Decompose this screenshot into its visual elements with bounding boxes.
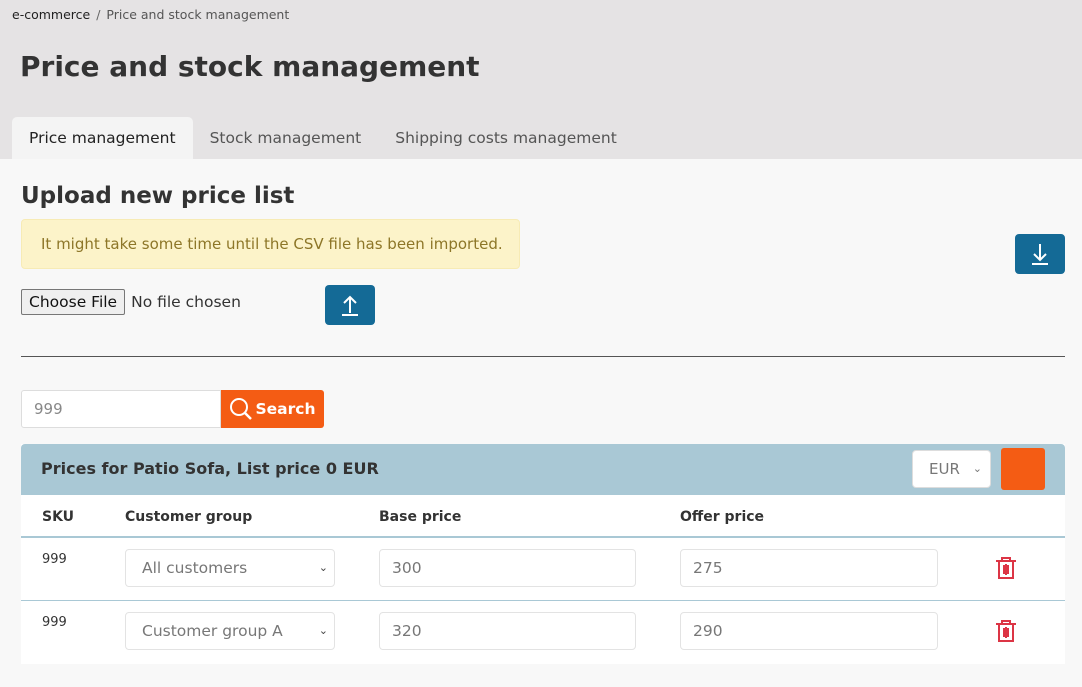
base-price-input[interactable]: 320 bbox=[379, 612, 636, 650]
offer-price-input[interactable]: 275 bbox=[680, 549, 938, 587]
col-base-price: Base price bbox=[379, 509, 462, 525]
currency-value: EUR bbox=[929, 460, 960, 478]
price-panel: Prices for Patio Sofa, List price 0 EUR … bbox=[21, 444, 1065, 664]
header: e-commerce / Price and stock management Pr… bbox=[0, 0, 1082, 159]
tab-price-management[interactable]: Price management bbox=[12, 117, 193, 159]
table-header: SKU Customer group Base price Offer pric… bbox=[21, 495, 1065, 538]
breadcrumb: e-commerce / Price and stock management bbox=[12, 7, 289, 22]
customer-group-select[interactable]: All customers ⌄ bbox=[125, 549, 335, 587]
col-customer-group: Customer group bbox=[125, 509, 253, 525]
download-button[interactable] bbox=[1015, 234, 1065, 274]
table-row: 999 All customers ⌄ 300 275 bbox=[21, 538, 1065, 601]
customer-group-value: Customer group A bbox=[142, 622, 283, 640]
choose-file-button[interactable]: Choose File bbox=[21, 289, 126, 315]
tabs: Price management Stock management Shippi… bbox=[12, 117, 634, 159]
table-row: 999 Customer group A ⌄ 320 290 bbox=[21, 601, 1065, 664]
divider bbox=[21, 356, 1065, 357]
chevron-down-icon: ⌄ bbox=[318, 561, 328, 574]
panel-title: Prices for Patio Sofa, List price 0 EUR bbox=[41, 459, 379, 478]
customer-group-select[interactable]: Customer group A ⌄ bbox=[125, 612, 335, 650]
col-sku: SKU bbox=[42, 509, 75, 525]
page-title: Price and stock management bbox=[20, 50, 480, 83]
file-input[interactable]: Choose File No file chosen bbox=[21, 289, 241, 315]
upload-title: Upload new price list bbox=[21, 183, 295, 209]
search-label: Search bbox=[255, 400, 316, 418]
upload-icon bbox=[342, 295, 358, 316]
sku: 999 bbox=[42, 552, 67, 567]
breadcrumb-separator: / bbox=[96, 7, 101, 22]
file-status: No file chosen bbox=[131, 293, 241, 311]
trash-icon[interactable] bbox=[995, 619, 1017, 643]
tab-stock-management[interactable]: Stock management bbox=[193, 117, 379, 159]
panel-header: Prices for Patio Sofa, List price 0 EUR … bbox=[21, 444, 1065, 495]
sku: 999 bbox=[42, 615, 67, 630]
offer-price-input[interactable]: 290 bbox=[680, 612, 938, 650]
base-price-input[interactable]: 300 bbox=[379, 549, 636, 587]
col-offer-price: Offer price bbox=[680, 509, 765, 525]
chevron-down-icon: ⌄ bbox=[972, 462, 982, 475]
add-price-button[interactable] bbox=[1001, 448, 1045, 490]
info-alert: It might take some time until the CSV fi… bbox=[21, 219, 520, 269]
search-icon bbox=[230, 398, 253, 420]
upload-button[interactable] bbox=[325, 285, 375, 325]
search-input[interactable]: 999 bbox=[21, 390, 221, 428]
chevron-down-icon: ⌄ bbox=[318, 624, 328, 637]
customer-group-value: All customers bbox=[142, 559, 248, 577]
tab-shipping-costs[interactable]: Shipping costs management bbox=[378, 117, 634, 159]
currency-select[interactable]: EUR ⌄ bbox=[912, 450, 991, 488]
breadcrumb-current: Price and stock management bbox=[106, 7, 290, 22]
search-button[interactable]: Search bbox=[221, 390, 324, 428]
breadcrumb-root[interactable]: e-commerce bbox=[12, 7, 90, 22]
download-icon bbox=[1032, 244, 1048, 265]
trash-icon[interactable] bbox=[995, 556, 1017, 580]
